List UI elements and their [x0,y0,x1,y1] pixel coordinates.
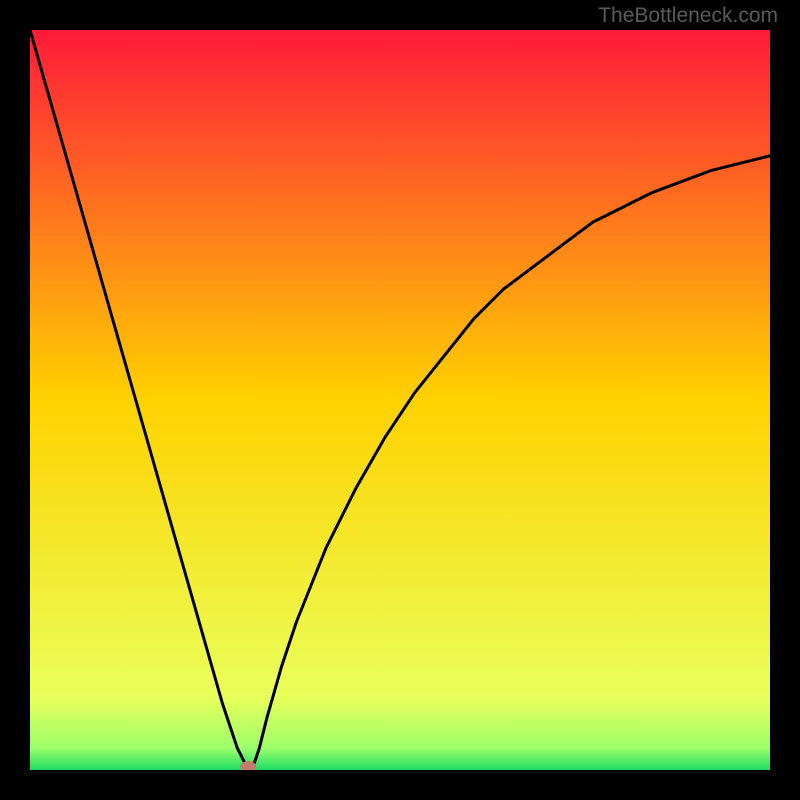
watermark-text: TheBottleneck.com [598,4,778,28]
chart-background [30,30,770,770]
bottleneck-chart [30,30,770,770]
